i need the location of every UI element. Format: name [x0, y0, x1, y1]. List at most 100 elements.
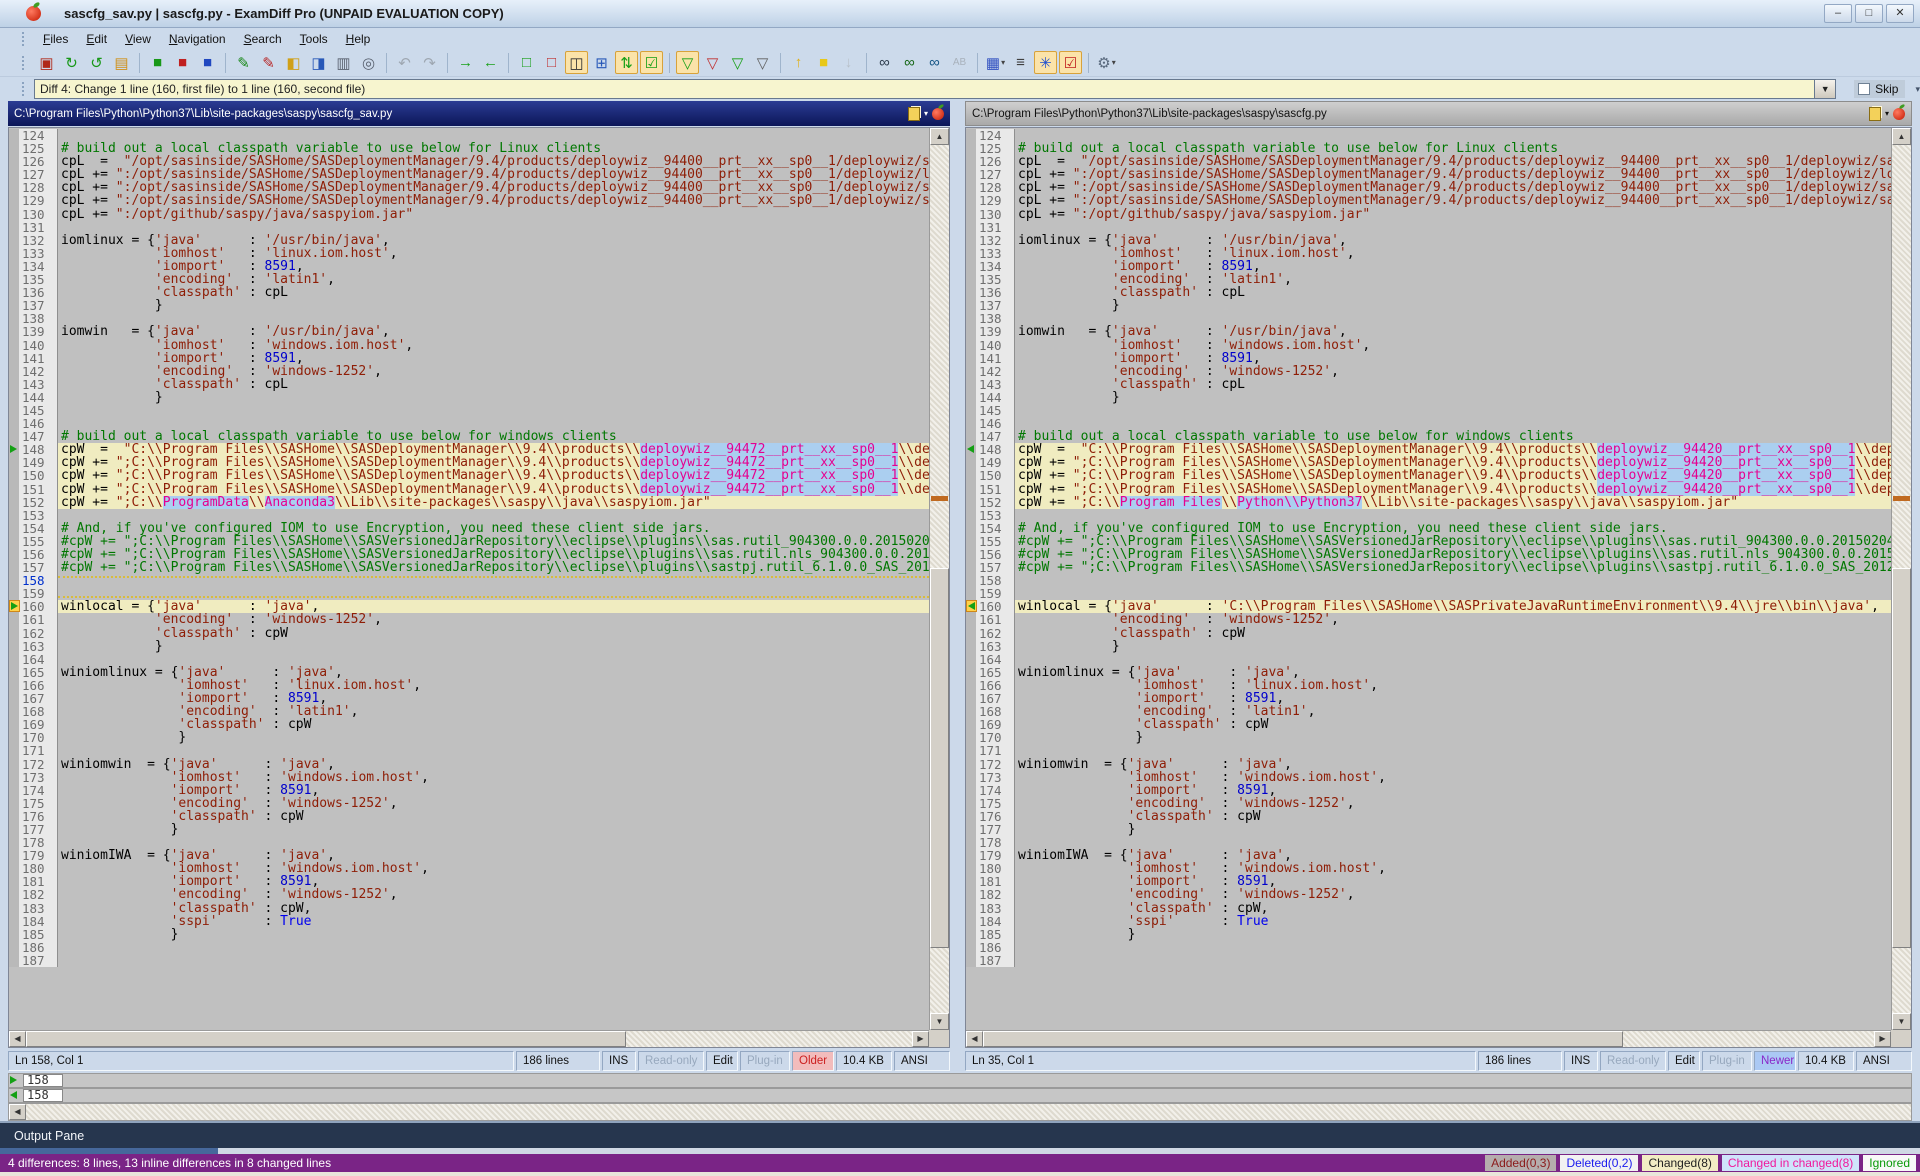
menu-search[interactable]: Search: [235, 30, 291, 48]
code-line-165[interactable]: 165winiomlinux = {'java' : 'java',: [9, 666, 929, 679]
code-line-175[interactable]: 175 'encoding' : 'windows-1252',: [9, 797, 929, 810]
vertical-scrollbar[interactable]: ▲ ▼: [929, 128, 949, 1030]
code-line-158[interactable]: 158: [9, 574, 929, 587]
code-line-174[interactable]: 174 'iomport' : 8591,: [966, 784, 1891, 797]
code-line-136[interactable]: 136 'classpath' : cpL: [9, 286, 929, 299]
menu-files[interactable]: Files: [34, 30, 77, 48]
code-line-175[interactable]: 175 'encoding' : 'windows-1252',: [966, 797, 1891, 810]
code-line-167[interactable]: 167 'iomport' : 8591,: [9, 692, 929, 705]
code-line-156[interactable]: 156#cpW += ";C:\\Program Files\\SASHome\…: [9, 548, 929, 561]
code-line-159[interactable]: 159: [9, 587, 929, 600]
code-line-129[interactable]: 129cpL += ":/opt/sasinside/SASHome/SASDe…: [966, 194, 1891, 207]
menu-edit[interactable]: Edit: [77, 30, 116, 48]
scroll-left-icon[interactable]: ◀: [966, 1031, 983, 1047]
copy-block-left-icon[interactable]: ◧: [282, 51, 305, 74]
show-first-only-icon[interactable]: □: [515, 51, 538, 74]
code-line-180[interactable]: 180 'iomhost' : 'windows.iom.host',: [9, 862, 929, 875]
code-line-181[interactable]: 181 'iomport' : 8591,: [966, 875, 1891, 888]
plugin-check-icon[interactable]: ☑: [1059, 51, 1082, 74]
code-line-125[interactable]: 125# build out a local classpath variabl…: [966, 142, 1891, 155]
current-diff-combobox[interactable]: Diff 4: Change 1 line (160, first file) …: [34, 79, 1814, 99]
code-line-148[interactable]: 148cpW = "C:\\Program Files\\SASHome\\SA…: [9, 443, 929, 456]
code-line-135[interactable]: 135 'encoding' : 'latin1',: [9, 273, 929, 286]
code-line-133[interactable]: 133 'iomhost' : 'linux.iom.host',: [966, 247, 1891, 260]
edit-first-icon[interactable]: ✎: [232, 51, 255, 74]
code-line-144[interactable]: 144 }: [966, 391, 1891, 404]
prev-change-icon[interactable]: ←: [479, 51, 502, 74]
code-line-182[interactable]: 182 'encoding' : 'windows-1252',: [9, 888, 929, 901]
toolbar-overflow-icon[interactable]: ▾: [1915, 84, 1920, 95]
code-line-179[interactable]: 179winiomIWA = {'java' : 'java',: [9, 849, 929, 862]
code-line-153[interactable]: 153: [9, 509, 929, 522]
minimize-button[interactable]: –: [1824, 4, 1852, 23]
code-line-151[interactable]: 151cpW += ";C:\\Program Files\\SASHome\\…: [966, 483, 1891, 496]
code-line-177[interactable]: 177 }: [966, 823, 1891, 836]
code-line-147[interactable]: 147# build out a local classpath variabl…: [9, 430, 929, 443]
code-line-172[interactable]: 172winiomwin = {'java' : 'java',: [9, 758, 929, 771]
code-line-136[interactable]: 136 'classpath' : cpL: [966, 286, 1891, 299]
find-prev-icon[interactable]: ∞: [923, 51, 946, 74]
scroll-right-icon[interactable]: ▶: [912, 1031, 929, 1047]
code-line-150[interactable]: 150cpW += ";C:\\Program Files\\SASHome\\…: [9, 469, 929, 482]
code-line-143[interactable]: 143 'classpath' : cpL: [966, 378, 1891, 391]
inspector-row-1[interactable]: 158: [8, 1073, 1912, 1088]
code-line-149[interactable]: 149cpW += ";C:\\Program Files\\SASHome\\…: [966, 456, 1891, 469]
print-preview-icon[interactable]: ◎: [357, 51, 380, 74]
split-view-icon[interactable]: ◫: [565, 51, 588, 74]
code-line-139[interactable]: 139iomwin = {'java' : '/usr/bin/java',: [9, 325, 929, 338]
menu-help[interactable]: Help: [337, 30, 380, 48]
code-line-132[interactable]: 132iomlinux = {'java' : '/usr/bin/java',: [9, 234, 929, 247]
code-line-187[interactable]: 187: [966, 954, 1891, 967]
code-line-163[interactable]: 163 }: [966, 640, 1891, 653]
code-line-169[interactable]: 169 'classpath' : cpW: [966, 718, 1891, 731]
copy-block-right-icon[interactable]: ◨: [307, 51, 330, 74]
code-line-135[interactable]: 135 'encoding' : 'latin1',: [966, 273, 1891, 286]
first-file-header[interactable]: C:\Program Files\Python\Python37\Lib\sit…: [8, 101, 950, 126]
code-line-134[interactable]: 134 'iomport' : 8591,: [9, 260, 929, 273]
code-line-155[interactable]: 155#cpW += ";C:\\Program Files\\SASHome\…: [966, 535, 1891, 548]
code-line-187[interactable]: 187: [9, 954, 929, 967]
code-line-185[interactable]: 185 }: [966, 928, 1891, 941]
filter-all-icon[interactable]: ▽: [676, 51, 699, 74]
code-line-160[interactable]: 160winlocal = {'java' : 'java',: [9, 600, 929, 613]
sync-scroll-icon[interactable]: ⇅: [615, 51, 638, 74]
code-line-180[interactable]: 180 'iomhost' : 'windows.iom.host',: [966, 862, 1891, 875]
horizontal-scrollbar[interactable]: ◀ ▶: [9, 1030, 929, 1047]
code-line-170[interactable]: 170 }: [9, 731, 929, 744]
code-line-133[interactable]: 133 'iomhost' : 'linux.iom.host',: [9, 247, 929, 260]
print-icon[interactable]: ▥: [332, 51, 355, 74]
diff-options-icon[interactable]: ▦▾: [984, 51, 1007, 74]
code-line-163[interactable]: 163 }: [9, 640, 929, 653]
horizontal-scroll-thumb[interactable]: [26, 1031, 626, 1047]
code-line-142[interactable]: 142 'encoding' : 'windows-1252',: [9, 365, 929, 378]
code-line-183[interactable]: 183 'classpath' : cpW,: [966, 902, 1891, 915]
code-line-141[interactable]: 141 'iomport' : 8591,: [966, 352, 1891, 365]
copy-path-icon[interactable]: [908, 107, 920, 121]
menu-view[interactable]: View: [116, 30, 160, 48]
code-line-126[interactable]: 126cpL = "/opt/sasinside/SASHome/SASDepl…: [9, 155, 929, 168]
code-line-132[interactable]: 132iomlinux = {'java' : '/usr/bin/java',: [966, 234, 1891, 247]
code-line-155[interactable]: 155#cpW += ";C:\\Program Files\\SASHome\…: [9, 535, 929, 548]
code-line-131[interactable]: 131: [9, 221, 929, 234]
code-line-150[interactable]: 150cpW += ";C:\\Program Files\\SASHome\\…: [966, 469, 1891, 482]
vertical-scrollbar[interactable]: ▲ ▼: [1891, 128, 1911, 1030]
recompare-icon[interactable]: ↻: [60, 51, 83, 74]
scroll-down-icon[interactable]: ▼: [930, 1013, 949, 1030]
save-second-icon[interactable]: ■: [171, 51, 194, 74]
code-line-124[interactable]: 124: [9, 129, 929, 142]
code-line-144[interactable]: 144 }: [9, 391, 929, 404]
code-line-178[interactable]: 178: [966, 836, 1891, 849]
code-line-162[interactable]: 162 'classpath' : cpW: [9, 627, 929, 640]
copy-path-icon[interactable]: [1869, 107, 1881, 121]
code-line-166[interactable]: 166 'iomhost' : 'linux.iom.host',: [966, 679, 1891, 692]
code-line-171[interactable]: 171: [966, 744, 1891, 757]
code-line-174[interactable]: 174 'iomport' : 8591,: [9, 784, 929, 797]
code-line-157[interactable]: 157#cpW += ";C:\\Program Files\\SASHome\…: [9, 561, 929, 574]
code-line-161[interactable]: 161 'encoding' : 'windows-1252',: [966, 613, 1891, 626]
code-line-128[interactable]: 128cpL += ":/opt/sasinside/SASHome/SASDe…: [9, 181, 929, 194]
code-line-146[interactable]: 146: [966, 417, 1891, 430]
code-line-169[interactable]: 169 'classpath' : cpW: [9, 718, 929, 731]
code-line-138[interactable]: 138: [966, 312, 1891, 325]
code-line-182[interactable]: 182 'encoding' : 'windows-1252',: [966, 888, 1891, 901]
output-pane-header[interactable]: Output Pane: [0, 1121, 1920, 1148]
